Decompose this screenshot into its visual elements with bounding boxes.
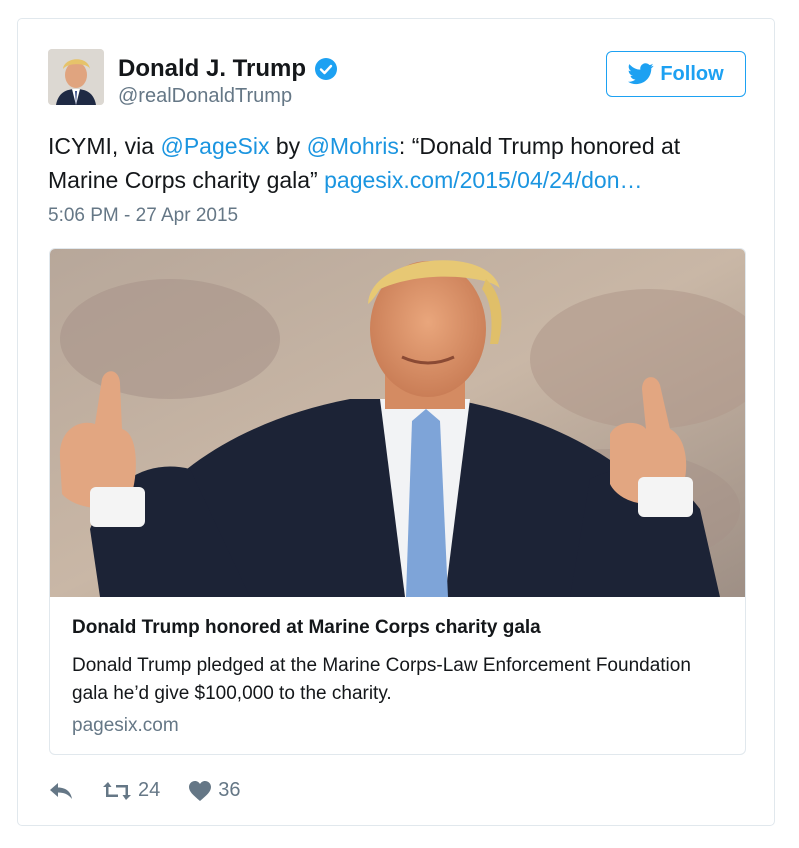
tweet-text-by: by (269, 133, 307, 159)
twitter-bird-icon (628, 63, 654, 85)
retweet-button[interactable]: 24 (102, 779, 160, 802)
tweet-card: Donald J. Trump @realDonaldTrump Follow … (17, 18, 775, 826)
name-row: Donald J. Trump (118, 55, 338, 83)
card-domain: pagesix.com (72, 715, 179, 736)
verified-badge-icon (315, 58, 338, 80)
follow-label: Follow (660, 62, 724, 85)
card-description: Donald Trump pledged at the Marine Corps… (72, 655, 691, 704)
tweet-text-prefix: ICYMI, via (48, 133, 161, 159)
user-handle[interactable]: @realDonaldTrump (118, 85, 292, 108)
tweet-actions: 24 36 (48, 779, 269, 802)
avatar[interactable] (48, 49, 104, 105)
card-image (50, 249, 745, 597)
mention-pagesix[interactable]: @PageSix (160, 133, 269, 159)
tweet-url-link[interactable]: pagesix.com/2015/04/24/don… (324, 167, 642, 193)
like-count: 36 (218, 779, 241, 801)
card-title: Donald Trump honored at Marine Corps cha… (72, 617, 541, 638)
reply-button[interactable] (48, 780, 74, 802)
display-name[interactable]: Donald J. Trump (118, 55, 306, 83)
follow-button[interactable]: Follow (606, 51, 746, 97)
retweet-count: 24 (138, 779, 161, 801)
tweet-timestamp[interactable]: 5:06 PM - 27 Apr 2015 (48, 205, 238, 227)
avatar-image (48, 49, 104, 105)
link-card[interactable]: Donald Trump honored at Marine Corps cha… (49, 248, 746, 755)
mention-mohris[interactable]: @Mohris (307, 133, 399, 159)
retweet-icon (103, 781, 131, 800)
tweet-text: ICYMI, via @PageSix by @Mohris: “Donald … (48, 129, 748, 197)
heart-icon (189, 780, 212, 801)
reply-icon (50, 782, 72, 799)
like-button[interactable]: 36 (188, 779, 241, 802)
